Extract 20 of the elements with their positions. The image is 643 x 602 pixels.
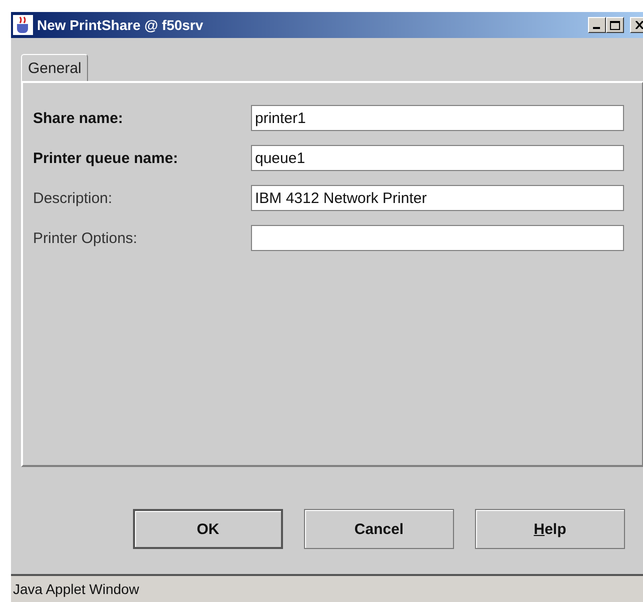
close-button[interactable] — [630, 17, 643, 33]
dialog-button[interactable]: OK — [133, 509, 283, 549]
status-bar: Java Applet Window — [11, 574, 643, 602]
dialog-button[interactable]: Help — [475, 509, 625, 549]
maximize-icon — [610, 20, 620, 30]
field-label: Description: — [33, 190, 114, 206]
dialog-button[interactable]: Cancel — [304, 509, 454, 549]
text-field[interactable]: IBM 4312 Network Printer — [251, 185, 624, 211]
field-label: Printer queue name: — [33, 150, 180, 166]
text-field[interactable] — [251, 225, 624, 251]
field-label: Printer Options: — [33, 230, 138, 246]
cup-icon — [13, 15, 33, 35]
text-field[interactable]: printer1 — [251, 105, 624, 131]
close-icon — [634, 21, 643, 29]
tab[interactable]: General — [21, 54, 88, 81]
minimize-button[interactable] — [588, 17, 606, 33]
field-label: Share name: — [33, 110, 124, 126]
maximize-button[interactable] — [606, 17, 624, 33]
window-title: New PrintShare @ f50srv — [37, 17, 204, 33]
text-field[interactable]: queue1 — [251, 145, 624, 171]
